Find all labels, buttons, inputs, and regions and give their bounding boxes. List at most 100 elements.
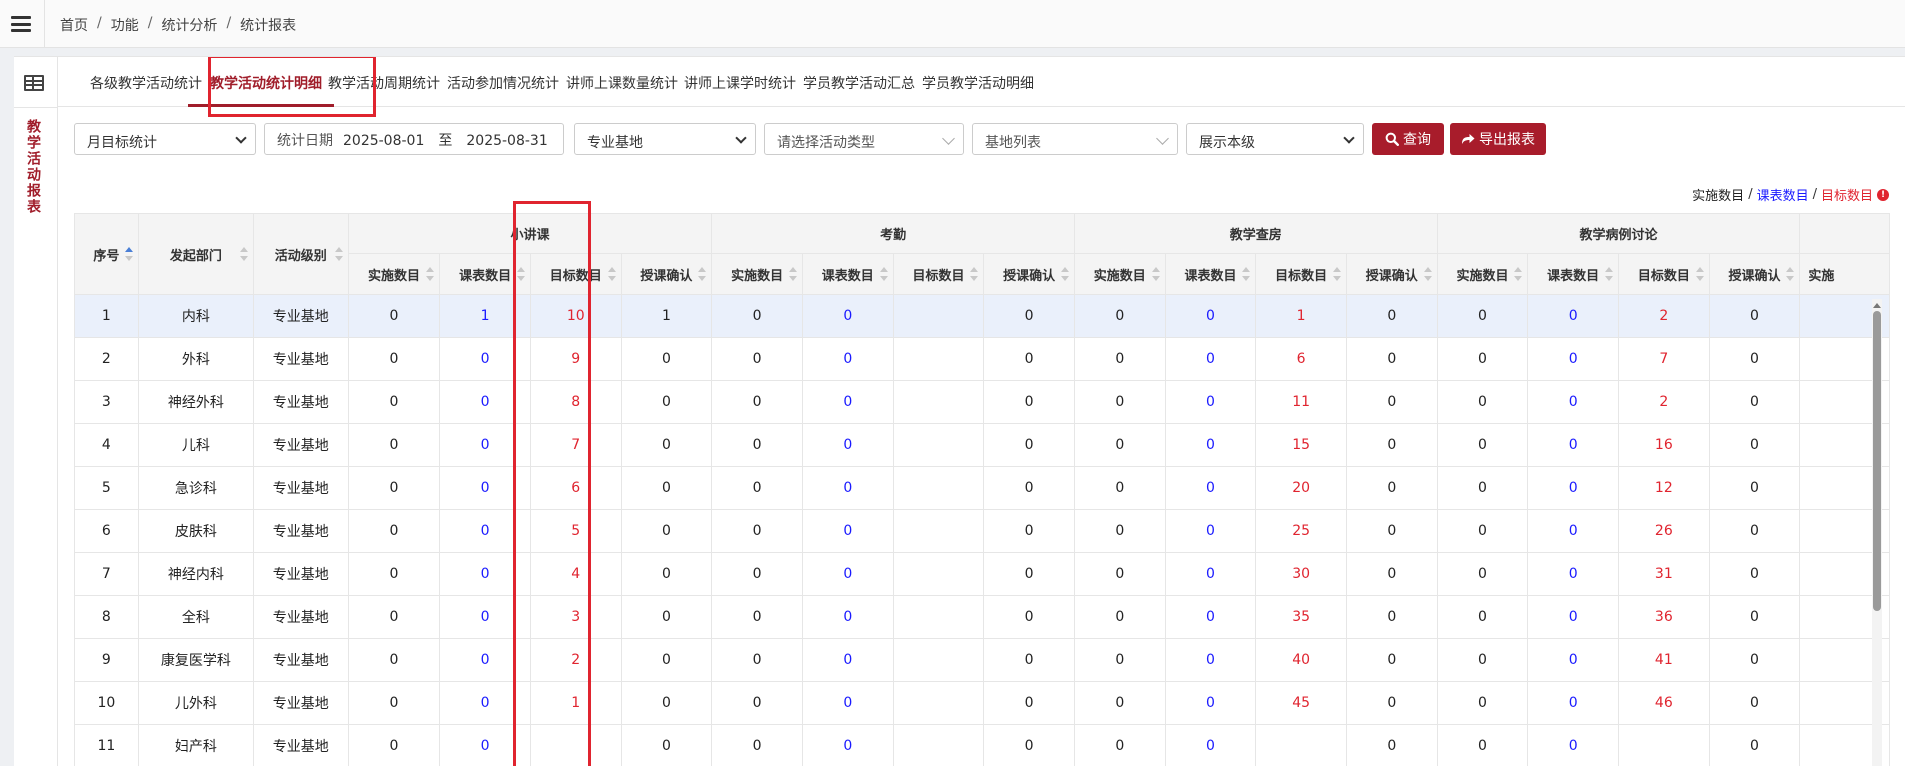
table-row[interactable]: 6 皮肤科 专业基地 0 0 5 0 0 0 0 0 0 25 0 0 0 26 0 [74, 509, 1890, 553]
breadcrumb-function[interactable]: 功能 [111, 15, 139, 35]
hamburger-menu-icon[interactable] [10, 13, 32, 35]
cell-value: 0 [1527, 595, 1619, 639]
table-row[interactable]: 10 儿外科 专业基地 0 0 1 0 0 0 0 0 0 45 0 0 0 46 0 [74, 681, 1890, 725]
export-report-button[interactable]: 导出报表 [1450, 123, 1546, 155]
cell-value: 0 [439, 595, 531, 639]
cell-value: 15 [1255, 423, 1347, 467]
cell-value [892, 380, 985, 424]
subheader-g0-1[interactable]: 课表数目 [439, 253, 531, 295]
subheader-g0-3[interactable]: 授课确认 [620, 253, 713, 295]
tab-period-stats[interactable]: 教学活动周期统计 [328, 73, 440, 93]
cell-value: 0 [1345, 423, 1438, 467]
cell-value: 0 [1073, 638, 1166, 682]
scrollbar-thumb[interactable] [1873, 311, 1881, 611]
subheader-g2-1[interactable]: 课表数目 [1164, 253, 1257, 295]
cell-value: 5 [529, 509, 622, 553]
table-row[interactable]: 8 全科 专业基地 0 0 3 0 0 0 0 0 0 35 0 0 0 36 0 [74, 595, 1890, 639]
base-type-select[interactable]: 专业基地 [574, 123, 756, 155]
table-row[interactable]: 2 外科 专业基地 0 0 9 0 0 0 0 0 0 6 0 0 0 7 0 [74, 337, 1890, 381]
table-row[interactable]: 9 康复医学科 专业基地 0 0 2 0 0 0 0 0 0 40 0 0 0 41 0 [74, 638, 1890, 682]
tab-level-stats[interactable]: 各级教学活动统计 [90, 73, 202, 93]
header-no[interactable]: 序号 [74, 213, 139, 295]
subheader-g1-3[interactable]: 授课确认 [983, 253, 1075, 295]
scroll-up-icon[interactable] [1873, 303, 1881, 308]
cell-value: 0 [983, 638, 1075, 682]
subheader-g3-0[interactable]: 实施数目 [1436, 253, 1529, 295]
query-button[interactable]: 查询 [1372, 123, 1444, 155]
subheader-g1-2[interactable]: 目标数目 [892, 253, 985, 295]
chevron-down-icon [1343, 132, 1355, 144]
tab-lecturer-count[interactable]: 讲师上课数量统计 [566, 73, 678, 93]
subheader-overflow: 实施 [1799, 253, 1890, 295]
date-end[interactable]: 2025-08-31 [466, 133, 547, 149]
cell-value: 0 [1527, 509, 1619, 553]
cell-value: 6 [529, 466, 622, 510]
table-row[interactable]: 5 急诊科 专业基地 0 0 6 0 0 0 0 0 0 20 0 0 0 12 0 [74, 466, 1890, 510]
subheader-g0-0[interactable]: 实施数目 [347, 253, 441, 295]
cell-value: 0 [983, 337, 1075, 381]
subheader-g1-1[interactable]: 课表数目 [801, 253, 894, 295]
base-list-select[interactable]: 基地列表 [972, 123, 1178, 155]
cell-value: 2 [1617, 380, 1710, 424]
subheader-g2-0[interactable]: 实施数目 [1073, 253, 1166, 295]
sort-icon [698, 267, 707, 281]
tab-lecturer-hours[interactable]: 讲师上课学时统计 [684, 73, 796, 93]
subheader-g3-1[interactable]: 课表数目 [1527, 253, 1619, 295]
cell-no: 9 [74, 638, 139, 682]
table-row[interactable]: 1 内科 专业基地 0 1 10 1 0 0 0 0 0 1 0 0 0 2 0 [74, 294, 1890, 338]
cell-value: 0 [983, 294, 1075, 338]
date-range-input[interactable]: 统计日期 2025-08-01 至 2025-08-31 [264, 123, 564, 155]
subheader-g1-0[interactable]: 实施数目 [711, 253, 803, 295]
cell-value: 0 [1164, 380, 1257, 424]
sort-icon [1242, 267, 1251, 281]
cell-value: 0 [711, 552, 803, 596]
header-level[interactable]: 活动级别 [252, 213, 349, 295]
vertical-scrollbar[interactable] [1872, 299, 1882, 766]
subheader-g0-2[interactable]: 目标数目 [529, 253, 622, 295]
subheader-g2-2[interactable]: 目标数目 [1255, 253, 1347, 295]
cell-value: 0 [711, 595, 803, 639]
cell-dept: 康复医学科 [137, 638, 254, 682]
cell-value: 0 [439, 509, 531, 553]
activity-type-select[interactable]: 请选择活动类型 [764, 123, 964, 155]
cell-value: 0 [347, 423, 441, 467]
cell-value: 0 [1436, 294, 1529, 338]
table-row[interactable]: 4 儿科 专业基地 0 0 7 0 0 0 0 0 0 15 0 0 0 16 0 [74, 423, 1890, 467]
tab-student-detail[interactable]: 学员教学活动明细 [922, 73, 1034, 93]
subheader-g3-3[interactable]: 授课确认 [1708, 253, 1801, 295]
cell-no: 6 [74, 509, 139, 553]
cell-value: 0 [1708, 595, 1801, 639]
sort-icon [239, 247, 248, 261]
cell-value: 0 [1527, 380, 1619, 424]
cell-value: 0 [983, 466, 1075, 510]
cell-value: 41 [1617, 638, 1710, 682]
display-level-select[interactable]: 展示本级 [1186, 123, 1364, 155]
subheader-g2-3[interactable]: 授课确认 [1345, 253, 1438, 295]
sort-icon [1695, 267, 1704, 281]
cell-value: 0 [347, 681, 441, 725]
cell-value: 0 [1164, 294, 1257, 338]
cell-value: 0 [983, 724, 1075, 766]
cell-value: 0 [1164, 509, 1257, 553]
cell-value [1255, 724, 1347, 766]
cell-value: 0 [1708, 509, 1801, 553]
cell-value: 26 [1617, 509, 1710, 553]
cell-value: 6 [1255, 337, 1347, 381]
tab-student-summary[interactable]: 学员教学活动汇总 [803, 73, 915, 93]
table-row[interactable]: 11 妇产科 专业基地 0 0 0 0 0 0 0 0 0 0 0 0 [74, 724, 1890, 766]
subheader-g3-2[interactable]: 目标数目 [1617, 253, 1710, 295]
breadcrumb-home[interactable]: 首页 [60, 15, 88, 35]
tab-activity-detail[interactable]: 教学活动统计明细 [210, 73, 322, 93]
tab-participation[interactable]: 活动参加情况统计 [447, 73, 559, 93]
cell-value [892, 724, 985, 766]
breadcrumb-statistics[interactable]: 统计分析 [161, 15, 217, 35]
info-icon[interactable]: ! [1877, 188, 1889, 201]
header-dept[interactable]: 发起部门 [137, 213, 254, 295]
date-start[interactable]: 2025-08-01 [343, 133, 424, 149]
cell-value: 0 [711, 294, 803, 338]
table-row[interactable]: 7 神经内科 专业基地 0 0 4 0 0 0 0 0 0 30 0 0 0 31 0 [74, 552, 1890, 596]
cell-value: 0 [711, 509, 803, 553]
cell-value: 45 [1255, 681, 1347, 725]
table-row[interactable]: 3 神经外科 专业基地 0 0 8 0 0 0 0 0 0 11 0 0 0 2 0 [74, 380, 1890, 424]
stat-type-select[interactable]: 月目标统计 [74, 123, 256, 155]
